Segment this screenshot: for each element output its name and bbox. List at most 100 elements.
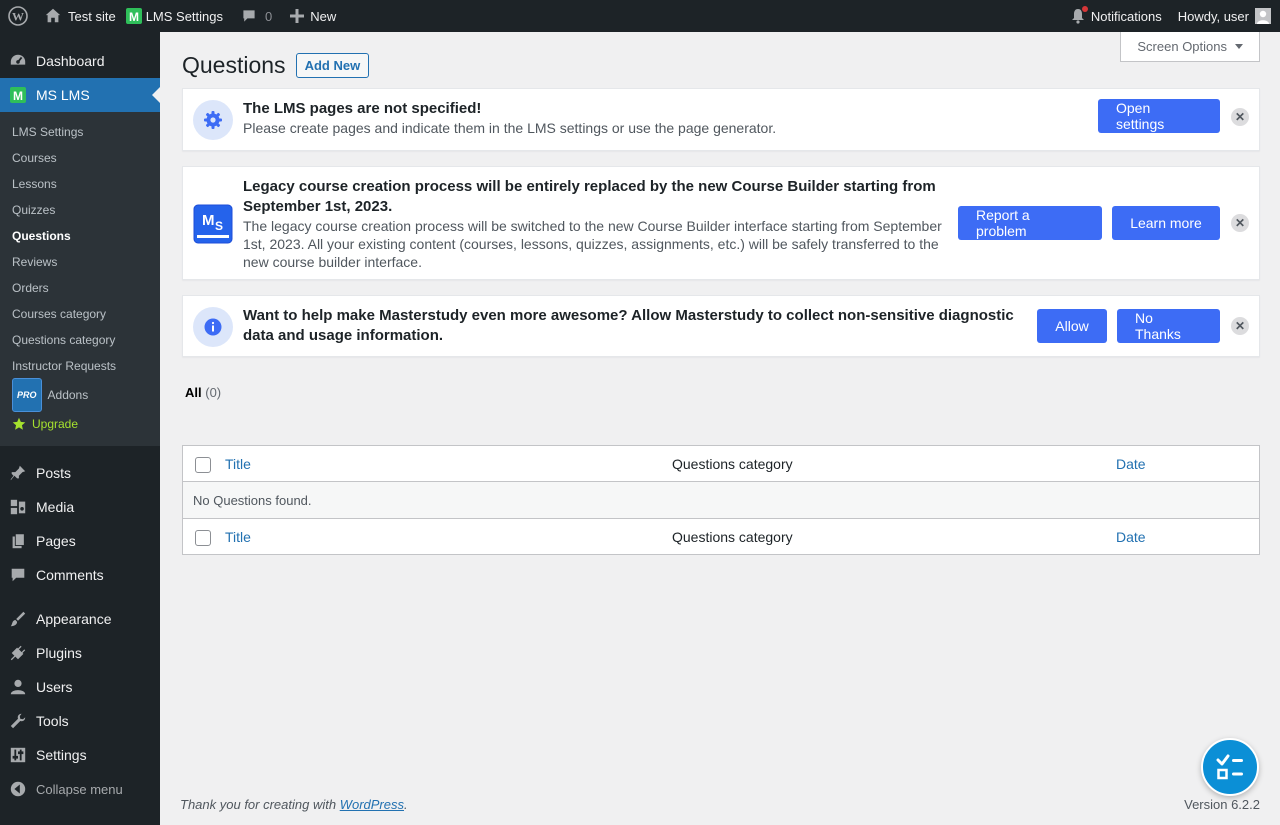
menu-media[interactable]: Media bbox=[0, 490, 160, 524]
checklist-icon bbox=[1216, 754, 1243, 780]
bell-icon bbox=[1071, 6, 1088, 24]
filter-all-count: (0) bbox=[205, 385, 222, 400]
submenu-upgrade[interactable]: Upgrade bbox=[0, 410, 160, 438]
questions-table: Title Questions category Date No Questio… bbox=[182, 445, 1260, 555]
menu-posts[interactable]: Posts bbox=[0, 456, 160, 490]
checklist-fab-button[interactable] bbox=[1201, 738, 1259, 796]
dismiss-pages-notice-close-icon[interactable]: ✕ bbox=[1231, 108, 1249, 126]
ms-lms-icon: M bbox=[125, 8, 142, 24]
notice-legacy-desc: The legacy course creation process will … bbox=[243, 218, 942, 270]
submenu-courses[interactable]: Courses bbox=[0, 145, 160, 171]
menu-plugins-label: Plugins bbox=[36, 645, 82, 661]
submenu-orders[interactable]: Orders bbox=[0, 275, 160, 301]
comment-bubble-icon bbox=[243, 10, 255, 22]
user-icon bbox=[8, 677, 28, 697]
avatar bbox=[1255, 8, 1271, 24]
menu-ms-lms[interactable]: M MS LMS bbox=[0, 78, 160, 112]
paintbrush-icon bbox=[8, 609, 28, 629]
screen-options-button[interactable]: Screen Options bbox=[1120, 32, 1260, 62]
table-header-row: Title Questions category Date bbox=[183, 446, 1259, 482]
footer-version: Version 6.2.2 bbox=[1184, 797, 1260, 812]
wordpress-link[interactable]: WordPress bbox=[340, 797, 404, 812]
collapse-menu-button[interactable]: Collapse menu bbox=[0, 772, 160, 806]
info-icon bbox=[193, 307, 233, 347]
menu-media-label: Media bbox=[36, 499, 75, 515]
masterstudy-logo-icon: MS bbox=[193, 204, 233, 244]
gear-icon bbox=[193, 100, 233, 140]
submenu-reviews[interactable]: Reviews bbox=[0, 249, 160, 275]
learn-more-button[interactable]: Learn more bbox=[1112, 206, 1220, 240]
menu-pages[interactable]: Pages bbox=[0, 524, 160, 558]
menu-settings-label: Settings bbox=[36, 747, 87, 763]
footer-period: . bbox=[404, 797, 408, 812]
notice-diagnostic-text: Want to help make Masterstudy even more … bbox=[243, 306, 1023, 346]
submenu-courses-category[interactable]: Courses category bbox=[0, 301, 160, 327]
comments-link[interactable]: 0 bbox=[231, 0, 280, 32]
submenu-questions-category[interactable]: Questions category bbox=[0, 327, 160, 353]
menu-posts-label: Posts bbox=[36, 465, 72, 481]
dashboard-gauge-icon bbox=[8, 51, 28, 71]
notice-legacy-text: Legacy course creation process will be e… bbox=[243, 177, 945, 271]
menu-comments[interactable]: Comments bbox=[0, 558, 160, 592]
no-thanks-button[interactable]: No Thanks bbox=[1117, 309, 1220, 343]
notifications-link[interactable]: Notifications bbox=[1063, 0, 1170, 32]
new-content-link[interactable]: New bbox=[280, 0, 344, 32]
settings-sliders-icon bbox=[8, 745, 28, 765]
menu-tools[interactable]: Tools bbox=[0, 704, 160, 738]
menu-pages-label: Pages bbox=[36, 533, 76, 549]
screen-options-label: Screen Options bbox=[1137, 39, 1227, 54]
plus-icon bbox=[290, 9, 305, 23]
report-problem-button[interactable]: Report a problem bbox=[958, 206, 1102, 240]
allow-button[interactable]: Allow bbox=[1037, 309, 1107, 343]
footer-thanks-text: Thank you for creating with bbox=[180, 797, 337, 812]
menu-plugins[interactable]: Plugins bbox=[0, 636, 160, 670]
menu-appearance[interactable]: Appearance bbox=[0, 602, 160, 636]
svg-text:W: W bbox=[12, 10, 24, 24]
notice-diagnostic-title: Want to help make Masterstudy even more … bbox=[243, 307, 1014, 344]
column-date-sort[interactable]: Date bbox=[1116, 456, 1146, 472]
dismiss-legacy-notice-close-icon[interactable]: ✕ bbox=[1231, 214, 1249, 232]
home-icon bbox=[45, 8, 61, 23]
column-title-sort[interactable]: Title bbox=[225, 456, 251, 472]
select-all-checkbox[interactable] bbox=[195, 457, 211, 473]
menu-users[interactable]: Users bbox=[0, 670, 160, 704]
notice-legacy-course-builder: MS Legacy course creation process will b… bbox=[182, 166, 1260, 280]
notifications-label: Notifications bbox=[1090, 8, 1162, 24]
lms-settings-link[interactable]: M LMS Settings bbox=[124, 0, 231, 32]
filter-all-link[interactable]: All bbox=[185, 385, 202, 400]
star-icon bbox=[12, 417, 26, 430]
menu-settings[interactable]: Settings bbox=[0, 738, 160, 772]
menu-tools-label: Tools bbox=[36, 713, 69, 729]
menu-dashboard[interactable]: Dashboard bbox=[0, 44, 160, 78]
caret-down-icon bbox=[1235, 44, 1243, 49]
column-questions-category-footer: Questions category bbox=[672, 528, 793, 545]
menu-ms-lms-label: MS LMS bbox=[36, 87, 90, 103]
notice-pages-desc: Please create pages and indicate them in… bbox=[243, 120, 777, 136]
submenu-quizzes[interactable]: Quizzes bbox=[0, 197, 160, 223]
comment-bubble-icon bbox=[8, 565, 28, 585]
admin-sidebar: Dashboard M MS LMS LMS Settings Courses … bbox=[0, 32, 160, 825]
svg-text:M: M bbox=[129, 10, 139, 24]
comments-count: 0 bbox=[265, 8, 273, 24]
column-title-sort-footer[interactable]: Title bbox=[225, 529, 251, 545]
select-all-checkbox-footer[interactable] bbox=[195, 530, 211, 546]
collapse-arrow-icon bbox=[8, 779, 28, 799]
submenu-instructor-requests[interactable]: Instructor Requests bbox=[0, 353, 160, 379]
pro-badge: PRO bbox=[12, 377, 42, 412]
column-questions-category: Questions category bbox=[672, 455, 793, 472]
submenu-lms-settings[interactable]: LMS Settings bbox=[0, 119, 160, 145]
admin-bar: W Test site M LMS Settings 0 New Notific… bbox=[0, 0, 1280, 32]
ms-lms-icon: M bbox=[8, 85, 28, 105]
notice-pages-title: The LMS pages are not specified! bbox=[243, 100, 482, 117]
open-settings-button[interactable]: Open settings bbox=[1098, 99, 1220, 133]
notice-pages-not-specified: The LMS pages are not specified! Please … bbox=[182, 88, 1260, 151]
my-account-link[interactable]: Howdy, user bbox=[1170, 0, 1280, 32]
add-new-button[interactable]: Add New bbox=[295, 53, 370, 78]
submenu-addons[interactable]: PRO Addons bbox=[0, 377, 160, 412]
column-date-sort-footer[interactable]: Date bbox=[1116, 529, 1146, 545]
dismiss-diagnostic-notice-close-icon[interactable]: ✕ bbox=[1231, 317, 1249, 335]
site-name-link[interactable]: Test site bbox=[36, 0, 124, 32]
wordpress-logo-icon[interactable]: W bbox=[0, 0, 36, 32]
submenu-lessons[interactable]: Lessons bbox=[0, 171, 160, 197]
submenu-questions[interactable]: Questions bbox=[0, 223, 160, 249]
